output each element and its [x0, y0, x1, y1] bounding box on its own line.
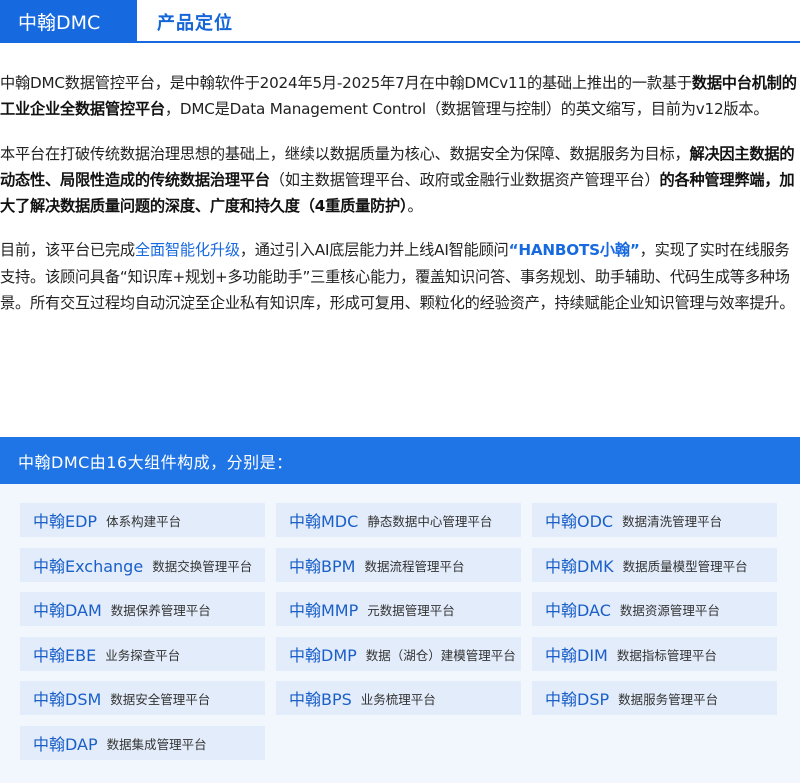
component-desc: 数据交换管理平台	[152, 558, 253, 574]
component-code: 中翰DAC	[545, 601, 611, 620]
component-desc: 体系构建平台	[106, 513, 182, 529]
section-title: 产品定位	[157, 12, 233, 34]
component-card-ebe: 中翰EBE 业务探查平台	[20, 637, 265, 671]
component-code: 中翰DAP	[33, 735, 98, 754]
component-card-dam: 中翰DAM 数据保养管理平台	[20, 592, 265, 626]
component-desc: 数据保养管理平台	[110, 602, 211, 618]
component-desc: 数据安全管理平台	[110, 691, 211, 707]
p1-text-2: ，DMC是Data Management Control（数据管理与控制）的英文…	[164, 100, 769, 119]
p2-text-3: 。	[407, 197, 423, 216]
component-card-dmk: 中翰DMK 数据质量模型管理平台	[532, 548, 777, 582]
ai-upgrade-highlight: 全面智能化升级	[134, 241, 240, 260]
component-code: 中翰DMK	[545, 557, 614, 576]
component-code: 中翰MDC	[289, 512, 359, 531]
component-desc: 静态数据中心管理平台	[367, 513, 493, 529]
brand-tab: 中翰DMC	[0, 0, 137, 43]
components-panel: 中翰DMC由16大组件构成，分别是： 中翰EDP 体系构建平台 中翰MDC 静态…	[0, 437, 800, 783]
component-code: 中翰DIM	[545, 646, 608, 665]
component-card-odc: 中翰ODC 数据清洗管理平台	[532, 503, 777, 537]
component-code: 中翰EDP	[33, 512, 98, 531]
hanbots-highlight: “HANBOTS小翰”	[508, 241, 640, 260]
intro-paragraph-1: 中翰DMC数据管控平台，是中翰软件于2024年5月-2025年7月在中翰DMCv…	[0, 70, 800, 123]
component-code: 中翰DAM	[33, 601, 102, 620]
component-code: 中翰MMP	[289, 601, 359, 620]
component-desc: 数据流程管理平台	[364, 558, 465, 574]
page-header: 中翰DMC 产品定位	[0, 0, 800, 43]
component-desc: 元数据管理平台	[367, 602, 455, 618]
component-card-edp: 中翰EDP 体系构建平台	[20, 503, 265, 537]
component-code: 中翰BPM	[289, 557, 356, 576]
component-code: 中翰BPS	[289, 690, 352, 709]
component-code: 中翰Exchange	[33, 557, 144, 576]
component-card-dim: 中翰DIM 数据指标管理平台	[532, 637, 777, 671]
component-desc: 业务探查平台	[105, 647, 181, 663]
component-desc: 业务梳理平台	[360, 691, 436, 707]
component-desc: 数据集成管理平台	[106, 736, 207, 752]
p2-text-2: （如主数据管理平台、政府或金融行业数据资产管理平台）	[269, 170, 660, 189]
component-card-mmp: 中翰MMP 元数据管理平台	[276, 592, 521, 626]
component-desc: 数据资源管理平台	[619, 602, 720, 618]
component-card-mdc: 中翰MDC 静态数据中心管理平台	[276, 503, 521, 537]
component-card-exchange: 中翰Exchange 数据交换管理平台	[20, 548, 265, 582]
intro-paragraph-3: 目前，该平台已完成全面智能化升级，通过引入AI底层能力并上线AI智能顾问“HAN…	[0, 237, 800, 316]
component-desc: 数据服务管理平台	[618, 691, 719, 707]
component-card-dsp: 中翰DSP 数据服务管理平台	[532, 681, 777, 715]
p2-text-1: 本平台在打破传统数据治理思想的基础上，继续以数据质量为核心、数据安全为保障、数据…	[0, 144, 690, 163]
header-divider	[0, 41, 800, 43]
intro-paragraph-2: 本平台在打破传统数据治理思想的基础上，继续以数据质量为核心、数据安全为保障、数据…	[0, 141, 800, 220]
component-card-dac: 中翰DAC 数据资源管理平台	[532, 592, 777, 626]
p3-text-2: ，通过引入AI底层能力并上线AI智能顾问	[239, 241, 509, 260]
component-code: 中翰ODC	[545, 512, 614, 531]
component-code: 中翰DMP	[289, 646, 357, 665]
component-desc: 数据清洗管理平台	[622, 513, 723, 529]
component-code: 中翰DSM	[33, 690, 102, 709]
component-desc: 数据指标管理平台	[616, 647, 717, 663]
component-code: 中翰EBE	[33, 646, 97, 665]
component-desc: 数据质量模型管理平台	[622, 558, 748, 574]
component-desc: 数据（湖仓）建模管理平台	[365, 647, 516, 663]
component-card-dap: 中翰DAP 数据集成管理平台	[20, 726, 265, 760]
component-card-bps: 中翰BPS 业务梳理平台	[276, 681, 521, 715]
component-card-dmp: 中翰DMP 数据（湖仓）建模管理平台	[276, 637, 521, 671]
p1-text-1: 中翰DMC数据管控平台，是中翰软件于2024年5月-2025年7月在中翰DMCv…	[0, 74, 692, 92]
component-card-dsm: 中翰DSM 数据安全管理平台	[20, 681, 265, 715]
components-heading: 中翰DMC由16大组件构成，分别是：	[0, 437, 800, 484]
intro-content: 中翰DMC数据管控平台，是中翰软件于2024年5月-2025年7月在中翰DMCv…	[0, 70, 800, 334]
component-card-bpm: 中翰BPM 数据流程管理平台	[276, 548, 521, 582]
p3-text-1: 目前，该平台已完成	[0, 241, 135, 260]
component-code: 中翰DSP	[545, 690, 610, 709]
